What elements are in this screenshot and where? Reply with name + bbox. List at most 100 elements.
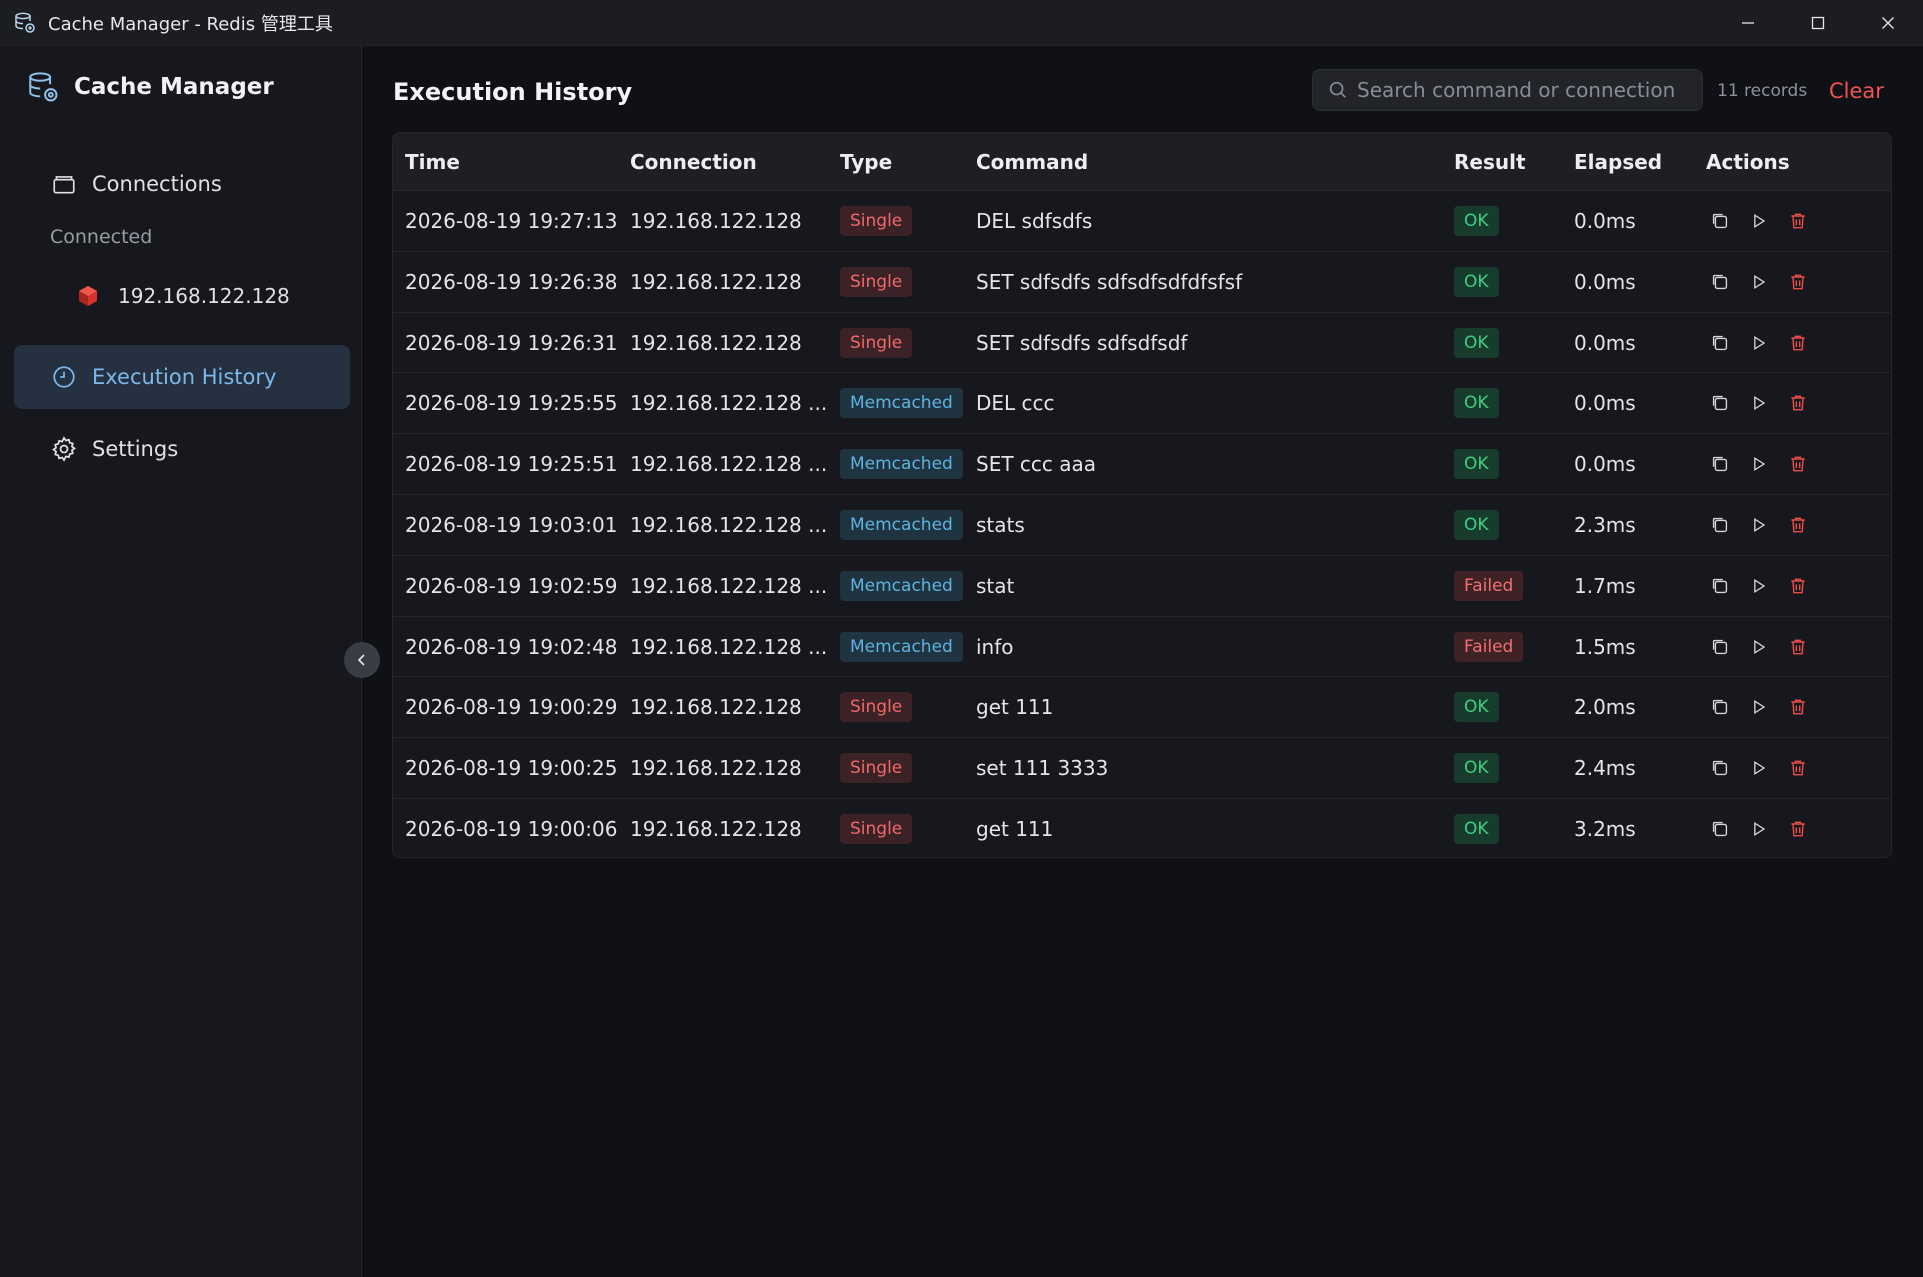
gear-icon — [50, 435, 78, 463]
cell-command: SET ccc aaa — [976, 452, 1097, 477]
clock-icon — [50, 363, 78, 391]
copy-button[interactable] — [1706, 389, 1734, 417]
rerun-button[interactable] — [1745, 207, 1773, 235]
copy-button[interactable] — [1706, 329, 1734, 357]
trash-icon — [1791, 456, 1805, 472]
rerun-button[interactable] — [1745, 693, 1773, 721]
cell-elapsed: 1.5ms — [1574, 634, 1636, 659]
sidebar-item-execution-history[interactable]: Execution History — [14, 345, 350, 409]
copy-icon — [1712, 274, 1728, 289]
trash-icon — [1791, 639, 1805, 654]
table-row[interactable]: 2026-08-19 19:02:48 192.168.122.128 ... … — [393, 617, 1891, 678]
copy-button[interactable] — [1706, 268, 1734, 296]
cell-actions — [1706, 434, 1823, 494]
delete-button[interactable] — [1784, 633, 1812, 661]
trash-icon — [1791, 821, 1805, 837]
cell-elapsed: 0.0ms — [1574, 269, 1636, 294]
rerun-button[interactable] — [1745, 450, 1773, 478]
maximize-button[interactable] — [1783, 0, 1853, 46]
copy-button[interactable] — [1706, 511, 1734, 539]
copy-icon — [1712, 761, 1728, 776]
cell-type: Memcached — [840, 373, 963, 433]
table-body: 2026-08-19 19:27:13 192.168.122.128 Sing… — [393, 191, 1891, 857]
table-row[interactable]: 2026-08-19 19:25:51 192.168.122.128 ... … — [393, 434, 1891, 495]
sidebar-item-label: Execution History — [92, 365, 277, 389]
copy-button[interactable] — [1706, 815, 1734, 843]
table-row[interactable]: 2026-08-19 19:02:59 192.168.122.128 ... … — [393, 556, 1891, 617]
delete-button[interactable] — [1784, 815, 1812, 843]
cell-time: 2026-08-19 19:03:01 — [405, 512, 618, 537]
delete-button[interactable] — [1784, 754, 1812, 782]
table-row[interactable]: 2026-08-19 19:26:31 192.168.122.128 Sing… — [393, 313, 1891, 374]
type-badge: Memcached — [840, 449, 963, 480]
rerun-button[interactable] — [1745, 754, 1773, 782]
copy-button[interactable] — [1706, 693, 1734, 721]
delete-button[interactable] — [1784, 511, 1812, 539]
table-row[interactable]: 2026-08-19 19:00:25 192.168.122.128 Sing… — [393, 738, 1891, 799]
copy-button[interactable] — [1706, 207, 1734, 235]
rerun-button[interactable] — [1745, 329, 1773, 357]
cell-connection: 192.168.122.128 ... — [630, 573, 828, 598]
copy-button[interactable] — [1706, 754, 1734, 782]
cell-actions — [1706, 373, 1823, 433]
sidebar-item-connections[interactable]: Connections — [14, 152, 350, 216]
clear-button[interactable]: Clear — [1829, 79, 1884, 103]
search-box[interactable] — [1312, 69, 1703, 111]
result-badge: OK — [1454, 509, 1499, 540]
cell-elapsed: 2.4ms — [1574, 756, 1636, 781]
cell-command: SET sdfsdfs sdfsdfsdf — [976, 330, 1188, 355]
table-row[interactable]: 2026-08-19 19:26:38 192.168.122.128 Sing… — [393, 252, 1891, 313]
type-badge: Memcached — [840, 509, 963, 540]
rerun-button[interactable] — [1745, 572, 1773, 600]
copy-button[interactable] — [1706, 572, 1734, 600]
result-badge: OK — [1454, 449, 1499, 480]
table-row[interactable]: 2026-08-19 19:27:13 192.168.122.128 Sing… — [393, 191, 1891, 252]
delete-button[interactable] — [1784, 389, 1812, 417]
sidebar-collapse-button[interactable] — [344, 642, 380, 678]
delete-button[interactable] — [1784, 207, 1812, 235]
rerun-button[interactable] — [1745, 633, 1773, 661]
minimize-button[interactable] — [1713, 0, 1783, 46]
column-header-result: Result — [1454, 150, 1526, 174]
window-controls — [1713, 0, 1923, 46]
cell-connection: 192.168.122.128 — [630, 269, 802, 294]
column-header-actions: Actions — [1706, 150, 1790, 174]
records-count: 11 records — [1717, 81, 1808, 101]
rerun-button[interactable] — [1745, 511, 1773, 539]
cell-connection: 192.168.122.128 — [630, 816, 802, 841]
copy-icon — [1712, 457, 1728, 472]
table-row[interactable]: 2026-08-19 19:03:01 192.168.122.128 ... … — [393, 495, 1891, 556]
copy-button[interactable] — [1706, 633, 1734, 661]
table-row[interactable]: 2026-08-19 19:25:55 192.168.122.128 ... … — [393, 373, 1891, 435]
sidebar-item-label: Settings — [92, 437, 179, 461]
result-badge: OK — [1454, 388, 1499, 419]
column-header-type: Type — [840, 150, 893, 174]
cell-type: Memcached — [840, 495, 963, 555]
copy-button[interactable] — [1706, 450, 1734, 478]
cell-connection: 192.168.122.128 ... — [630, 391, 828, 416]
delete-button[interactable] — [1784, 329, 1812, 357]
cell-actions — [1706, 738, 1823, 798]
search-input[interactable] — [1357, 78, 1687, 102]
delete-button[interactable] — [1784, 693, 1812, 721]
close-button[interactable] — [1853, 0, 1923, 46]
rerun-button[interactable] — [1745, 389, 1773, 417]
table-row[interactable]: 2026-08-19 19:00:29 192.168.122.128 Sing… — [393, 677, 1891, 739]
delete-button[interactable] — [1784, 450, 1812, 478]
cell-command: get 111 — [976, 695, 1054, 720]
cell-elapsed: 0.0ms — [1574, 452, 1636, 477]
redis-cube-icon — [76, 284, 100, 308]
sidebar-connection-item[interactable]: 192.168.122.128 — [76, 284, 290, 308]
rerun-button[interactable] — [1745, 815, 1773, 843]
trash-icon — [1791, 700, 1805, 715]
brand: Cache Manager — [26, 70, 274, 104]
delete-button[interactable] — [1784, 572, 1812, 600]
cell-connection: 192.168.122.128 — [630, 756, 802, 781]
column-header-elapsed: Elapsed — [1574, 150, 1663, 174]
table-row[interactable]: 2026-08-19 19:00:06 192.168.122.128 Sing… — [393, 799, 1891, 857]
database-icon — [13, 11, 37, 35]
main-content: Execution History 11 records Clear Time … — [363, 46, 1923, 1277]
sidebar-item-settings[interactable]: Settings — [14, 417, 350, 481]
delete-button[interactable] — [1784, 268, 1812, 296]
rerun-button[interactable] — [1745, 268, 1773, 296]
